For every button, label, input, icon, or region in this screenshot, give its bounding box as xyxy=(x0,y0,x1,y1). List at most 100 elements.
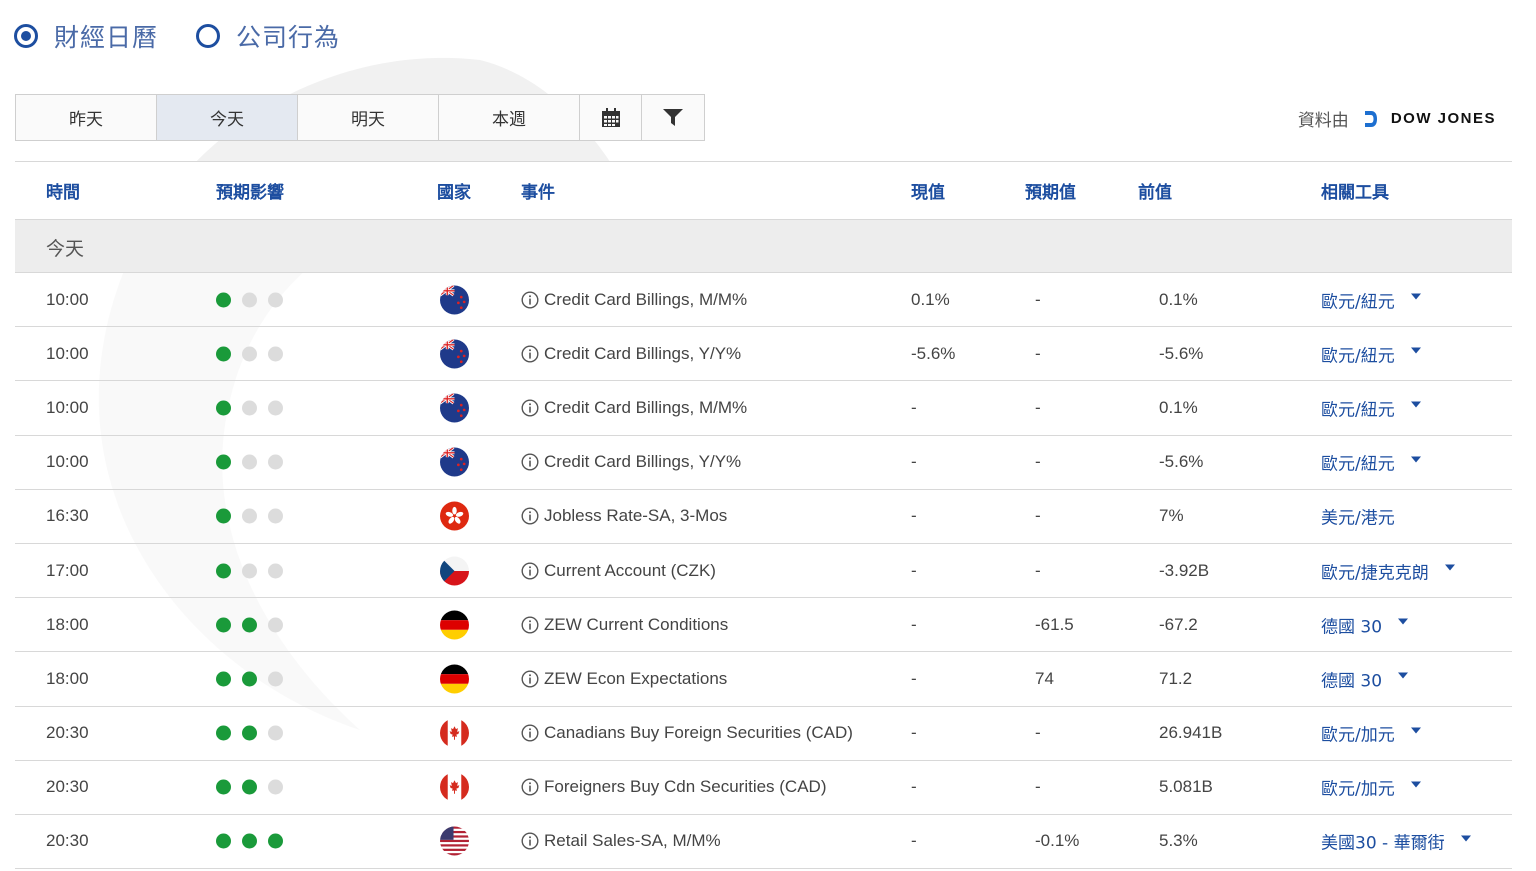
instrument-label[interactable]: 德國 30 xyxy=(1321,666,1382,691)
instrument-link[interactable]: 美元/港元 xyxy=(1321,504,1395,529)
header-previous[interactable]: 前值 xyxy=(1138,178,1172,203)
tab-this-week[interactable]: 本週 xyxy=(439,95,580,140)
event-title[interactable]: Retail Sales-SA, M/M% xyxy=(544,831,721,851)
tab-yesterday[interactable]: 昨天 xyxy=(16,95,157,140)
event-name[interactable]: Credit Card Billings, Y/Y% xyxy=(521,452,741,472)
header-instruments[interactable]: 相關工具 xyxy=(1321,178,1389,203)
event-name[interactable]: Retail Sales-SA, M/M% xyxy=(521,831,721,851)
event-name[interactable]: Foreigners Buy Cdn Securities (CAD) xyxy=(521,777,826,797)
impact-dot-icon xyxy=(242,725,257,741)
previous-value: 5.081B xyxy=(1159,777,1213,797)
impact-dot-icon xyxy=(216,454,231,470)
instrument-link[interactable]: 德國 30 xyxy=(1321,666,1409,691)
header-actual[interactable]: 現值 xyxy=(911,178,945,203)
info-icon[interactable] xyxy=(521,562,539,580)
radio-economic-calendar[interactable]: 財經日曆 xyxy=(14,18,158,54)
event-title[interactable]: ZEW Econ Expectations xyxy=(544,669,727,689)
source-label: 資料由 xyxy=(1297,111,1349,131)
instrument-label[interactable]: 德國 30 xyxy=(1321,612,1382,637)
info-icon[interactable] xyxy=(521,724,539,742)
data-source: 資料由 DOW JONES xyxy=(1298,106,1496,131)
tab-tomorrow[interactable]: 明天 xyxy=(298,95,439,140)
chevron-down-icon[interactable] xyxy=(1410,293,1421,300)
country-flag xyxy=(440,447,469,477)
chevron-down-icon[interactable] xyxy=(1410,401,1421,408)
chevron-down-icon[interactable] xyxy=(1410,347,1421,354)
event-name[interactable]: Credit Card Billings, M/M% xyxy=(521,290,747,310)
radio-corporate-actions[interactable]: 公司行為 xyxy=(196,18,340,54)
instrument-label[interactable]: 歐元/紐元 xyxy=(1321,450,1395,475)
impact-indicator xyxy=(216,346,294,362)
impact-dot-icon xyxy=(216,346,231,362)
impact-indicator xyxy=(216,671,294,687)
chevron-down-icon[interactable] xyxy=(1398,618,1409,625)
calendar-button[interactable] xyxy=(580,95,642,140)
instrument-link[interactable]: 歐元/紐元 xyxy=(1321,450,1421,475)
instrument-link[interactable]: 歐元/紐元 xyxy=(1321,395,1421,420)
instrument-label[interactable]: 歐元/加元 xyxy=(1321,721,1395,746)
chevron-down-icon[interactable] xyxy=(1444,564,1455,571)
table-body: 10:00 Credit Card Billings, M/M% 0.1% -0.1%… xyxy=(15,273,1512,870)
instrument-label[interactable]: 美國30 - 華爾街 xyxy=(1321,829,1445,854)
event-name[interactable]: ZEW Econ Expectations xyxy=(521,669,727,689)
event-name[interactable]: ZEW Current Conditions xyxy=(521,615,728,635)
event-title[interactable]: Jobless Rate-SA, 3-Mos xyxy=(544,506,727,526)
event-name[interactable]: Canadians Buy Foreign Securities (CAD) xyxy=(521,723,853,743)
filter-button[interactable] xyxy=(642,95,704,140)
event-time: 20:30 xyxy=(46,831,89,851)
event-name[interactable]: Credit Card Billings, M/M% xyxy=(521,398,747,418)
forecast-value: - xyxy=(1035,343,1041,363)
instrument-link[interactable]: 歐元/捷克克朗 xyxy=(1321,558,1455,583)
chevron-down-icon[interactable] xyxy=(1460,835,1471,842)
event-name[interactable]: Credit Card Billings, Y/Y% xyxy=(521,344,741,364)
instrument-label[interactable]: 歐元/紐元 xyxy=(1321,395,1395,420)
header-forecast[interactable]: 預期值 xyxy=(1025,178,1076,203)
header-time[interactable]: 時間 xyxy=(46,178,80,203)
impact-dot-icon xyxy=(216,617,231,633)
info-icon[interactable] xyxy=(521,670,539,688)
chevron-down-icon[interactable] xyxy=(1410,781,1421,788)
event-title[interactable]: ZEW Current Conditions xyxy=(544,615,728,635)
instrument-link[interactable]: 歐元/紐元 xyxy=(1321,287,1421,312)
event-name[interactable]: Jobless Rate-SA, 3-Mos xyxy=(521,506,727,526)
tab-today[interactable]: 今天 xyxy=(157,95,298,140)
event-title[interactable]: Credit Card Billings, M/M% xyxy=(544,398,747,418)
info-icon[interactable] xyxy=(521,291,539,309)
header-country[interactable]: 國家 xyxy=(437,178,471,203)
impact-indicator xyxy=(216,779,294,795)
instrument-link[interactable]: 德國 30 xyxy=(1321,612,1409,637)
instrument-label[interactable]: 歐元/加元 xyxy=(1321,775,1395,800)
info-icon[interactable] xyxy=(521,832,539,850)
info-icon[interactable] xyxy=(521,616,539,634)
instrument-label[interactable]: 歐元/紐元 xyxy=(1321,341,1395,366)
country-flag xyxy=(440,393,469,423)
info-icon[interactable] xyxy=(521,345,539,363)
info-icon[interactable] xyxy=(521,778,539,796)
group-label: 今天 xyxy=(46,238,85,260)
event-title[interactable]: Credit Card Billings, Y/Y% xyxy=(544,452,741,472)
instrument-link[interactable]: 歐元/紐元 xyxy=(1321,341,1421,366)
event-title[interactable]: Credit Card Billings, Y/Y% xyxy=(544,344,741,364)
chevron-down-icon[interactable] xyxy=(1410,727,1421,734)
event-name[interactable]: Current Account (CZK) xyxy=(521,561,716,581)
instrument-link[interactable]: 歐元/加元 xyxy=(1321,775,1421,800)
event-title[interactable]: Credit Card Billings, M/M% xyxy=(544,290,747,310)
chevron-down-icon[interactable] xyxy=(1398,672,1409,679)
instrument-label[interactable]: 美元/港元 xyxy=(1321,504,1395,529)
instrument-link[interactable]: 歐元/加元 xyxy=(1321,721,1421,746)
info-icon[interactable] xyxy=(521,507,539,525)
info-icon[interactable] xyxy=(521,453,539,471)
event-title[interactable]: Canadians Buy Foreign Securities (CAD) xyxy=(544,723,853,743)
event-title[interactable]: Foreigners Buy Cdn Securities (CAD) xyxy=(544,777,826,797)
instrument-label[interactable]: 歐元/捷克克朗 xyxy=(1321,558,1429,583)
event-title[interactable]: Current Account (CZK) xyxy=(544,561,716,581)
header-event[interactable]: 事件 xyxy=(521,178,555,203)
header-impact[interactable]: 預期影響 xyxy=(216,178,284,203)
instrument-label[interactable]: 歐元/紐元 xyxy=(1321,287,1395,312)
chevron-down-icon[interactable] xyxy=(1410,456,1421,463)
info-icon[interactable] xyxy=(521,399,539,417)
impact-dot-icon xyxy=(268,563,283,579)
ca-flag-icon xyxy=(440,718,469,748)
impact-indicator xyxy=(216,454,294,470)
instrument-link[interactable]: 美國30 - 華爾街 xyxy=(1321,829,1471,854)
